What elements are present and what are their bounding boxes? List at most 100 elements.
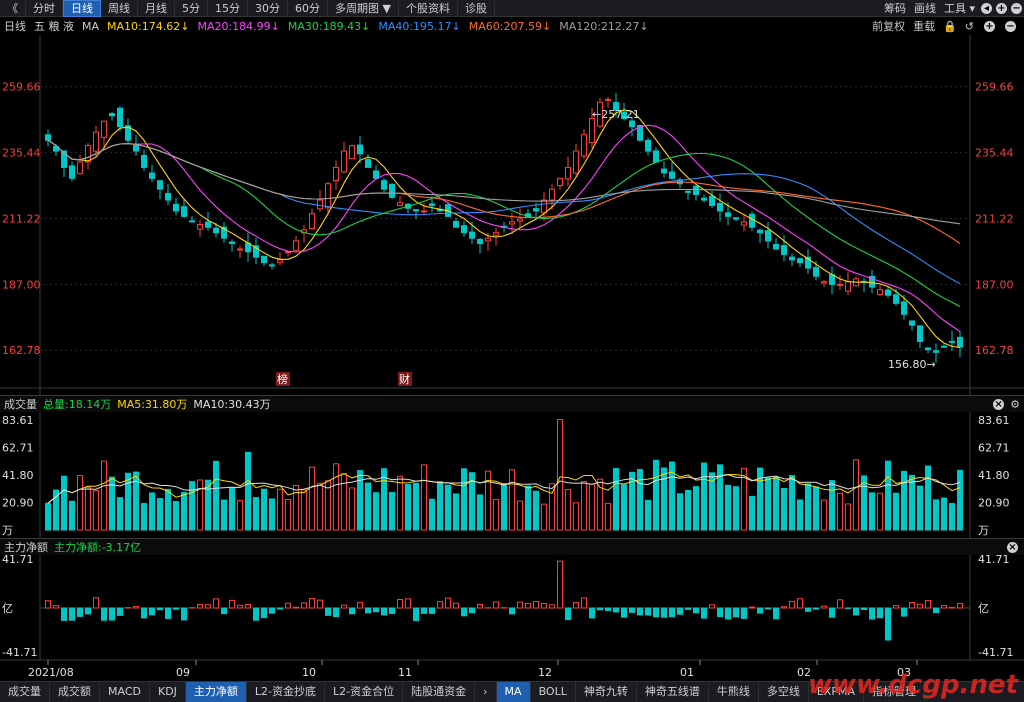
- flow-bar: [77, 607, 83, 617]
- bottom-tab-0[interactable]: 成交量: [0, 682, 50, 702]
- volume-label-left: 62.71: [2, 442, 34, 455]
- flow-bar: [477, 603, 483, 609]
- flow-bar: [413, 607, 419, 622]
- volume-bar: [117, 497, 123, 531]
- flow-bar: [653, 607, 659, 618]
- price-label-left: 235.44: [2, 147, 41, 160]
- candle-body: [957, 336, 963, 348]
- candle-body: [93, 131, 99, 152]
- candle-body: [45, 134, 51, 141]
- flow-bar: [453, 602, 459, 609]
- bottom-tab-14[interactable]: 多空线: [759, 682, 809, 702]
- flow-bar: [909, 602, 915, 609]
- bottom-tab-6[interactable]: L2-资金合位: [325, 682, 404, 702]
- bottom-tab-7[interactable]: 陆股通资金: [403, 682, 476, 702]
- bottom-tab-11[interactable]: 神奇九转: [576, 682, 637, 702]
- candle-body: [341, 150, 347, 173]
- kline-chart[interactable]: 259.66 259.66 235.44 235.44 211.22 211.22 187.…: [0, 0, 1024, 681]
- flow-bar: [877, 607, 883, 619]
- candle-body: [149, 172, 155, 179]
- volume-bar: [61, 475, 67, 531]
- flow-bar: [333, 607, 339, 618]
- flow-bar: [757, 607, 763, 614]
- flow-bar: [461, 607, 467, 617]
- candle-body: [565, 166, 571, 180]
- flow-bar: [389, 607, 395, 614]
- volume-bar: [301, 489, 307, 531]
- flow-bar: [709, 604, 715, 609]
- flow-bar: [741, 607, 747, 619]
- flow-title: 主力净额: [4, 541, 48, 554]
- bottom-tab-8[interactable]: ›: [475, 682, 497, 702]
- flow-bar: [149, 607, 155, 616]
- date-label: 10: [302, 666, 316, 679]
- bottom-tab-12[interactable]: 神奇五线谱: [637, 682, 709, 702]
- bottom-tab-3[interactable]: KDJ: [150, 682, 186, 702]
- volume-bar: [93, 490, 99, 531]
- candle-body: [381, 180, 387, 190]
- flow-bar: [813, 607, 819, 610]
- flow-bar: [93, 597, 99, 609]
- candle-body: [485, 237, 491, 242]
- candle-body: [845, 281, 851, 292]
- candle-body: [237, 248, 243, 251]
- flow-label-right: 亿: [978, 602, 989, 615]
- volume-bar: [733, 486, 739, 531]
- volume-bar: [501, 483, 507, 531]
- candle-body: [893, 294, 899, 304]
- candle-body: [205, 221, 211, 228]
- flow-bar: [85, 607, 91, 615]
- candle-body: [133, 145, 139, 152]
- event-tag-0: 榜: [277, 372, 288, 386]
- candle-body: [469, 231, 475, 239]
- volume-bar: [221, 499, 227, 531]
- bottom-tab-5[interactable]: L2-资金抄底: [247, 682, 326, 702]
- volume-bar: [589, 483, 595, 531]
- volume-bar: [837, 492, 843, 531]
- bottom-tab-13[interactable]: 牛熊线: [709, 682, 759, 702]
- flow-bar: [509, 607, 515, 615]
- bottom-tab-2[interactable]: MACD: [100, 682, 150, 702]
- flow-bar: [109, 607, 115, 621]
- volume-label-right: 41.80: [978, 469, 1010, 482]
- bottom-tab-9[interactable]: MA: [496, 682, 531, 702]
- volume-bar: [693, 486, 699, 531]
- volume-bar: [253, 496, 259, 531]
- candle-body: [357, 144, 363, 155]
- bottom-tab-1[interactable]: 成交额: [50, 682, 100, 702]
- flow-bar: [885, 607, 891, 641]
- flow-bar: [181, 607, 187, 621]
- flow-bar: [141, 607, 147, 619]
- candle-body: [709, 195, 715, 206]
- close-icon[interactable]: ×: [1007, 541, 1018, 553]
- flow-bar: [365, 607, 371, 614]
- date-label: 11: [398, 666, 412, 679]
- flow-bar: [269, 607, 275, 614]
- volume-bar: [773, 476, 779, 531]
- bottom-tab-4[interactable]: 主力净额: [185, 682, 247, 702]
- date-label: 09: [176, 666, 190, 679]
- close-icon[interactable]: ×: [993, 398, 1005, 410]
- flow-bar: [541, 602, 547, 609]
- bottom-tab-10[interactable]: BOLL: [531, 682, 576, 702]
- volume-bar: [69, 500, 75, 531]
- volume-bar: [141, 503, 147, 531]
- flow-bar: [469, 607, 475, 614]
- flow-bar: [893, 605, 899, 609]
- flow-bar: [933, 607, 939, 613]
- volume-bar: [373, 492, 379, 531]
- candle-body: [765, 230, 771, 242]
- volume-bar: [813, 486, 819, 531]
- volume-bar: [565, 489, 571, 531]
- gear-icon[interactable]: ⚙: [1010, 398, 1020, 411]
- volume-bar: [413, 482, 419, 531]
- flow-bar: [725, 607, 731, 620]
- candle-body: [789, 256, 795, 261]
- volume-label-left: 83.61: [2, 414, 34, 427]
- candle-body: [685, 190, 691, 193]
- flow-bar: [293, 606, 299, 609]
- candle-body: [541, 199, 547, 214]
- flow-bar: [133, 606, 139, 609]
- volume-bar: [517, 500, 523, 531]
- volume-bar: [821, 499, 827, 531]
